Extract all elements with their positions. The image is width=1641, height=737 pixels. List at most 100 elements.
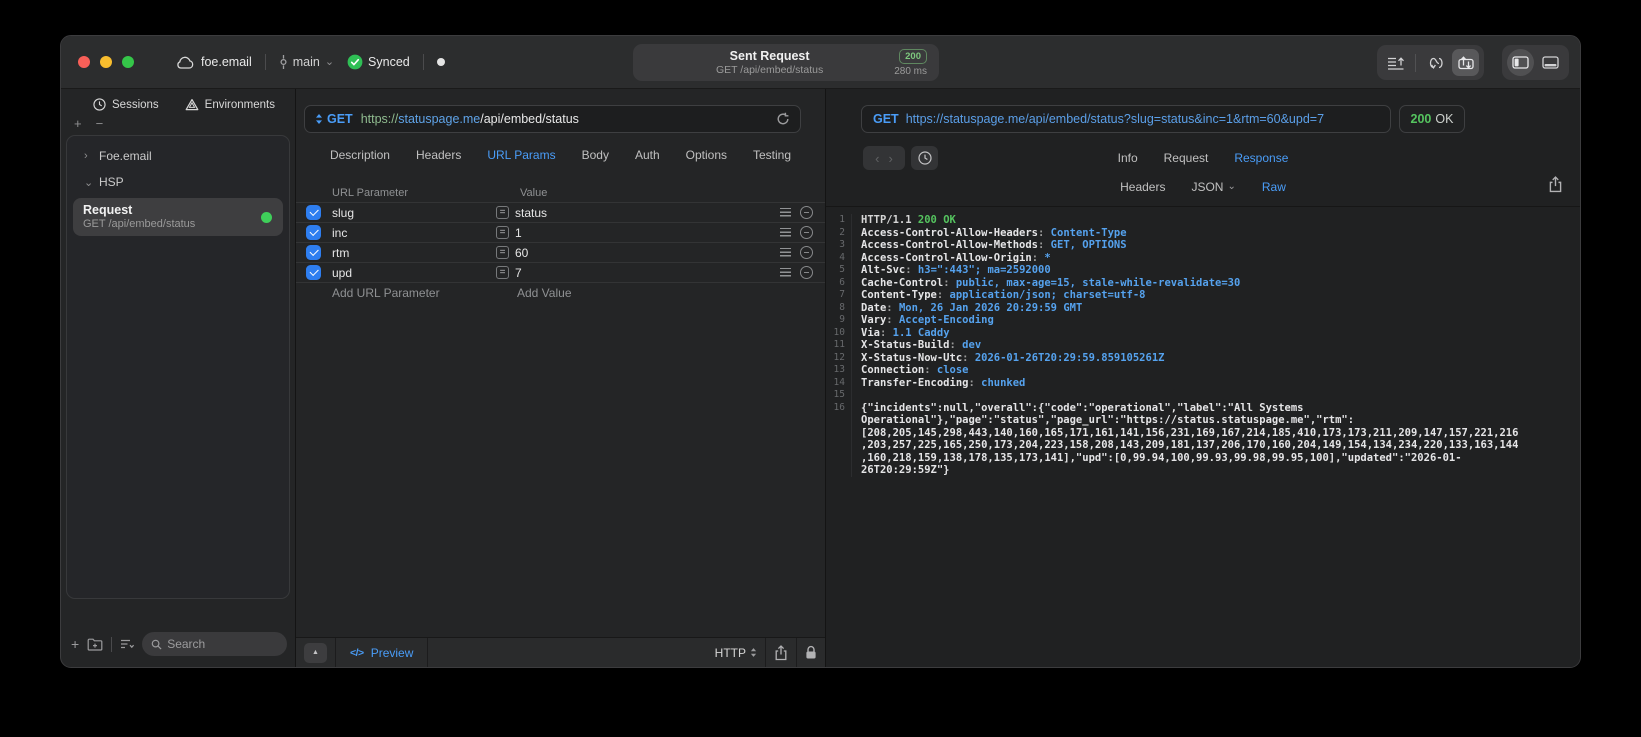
column-value: Value xyxy=(520,186,548,199)
tab-sessions[interactable]: Sessions xyxy=(93,98,159,111)
response-tab-response[interactable]: Response xyxy=(1234,151,1288,165)
param-checkbox[interactable] xyxy=(306,225,321,240)
drag-handle-icon[interactable] xyxy=(780,268,791,277)
remove-param-icon[interactable] xyxy=(800,266,813,279)
tab-body[interactable]: Body xyxy=(582,148,609,162)
param-row-actions xyxy=(769,246,825,259)
add-request-button[interactable]: + xyxy=(71,637,79,651)
branch-switcher[interactable]: main ⌄ xyxy=(279,55,334,69)
request-item-title: Request xyxy=(83,203,133,217)
method-dropdown-icon[interactable] xyxy=(315,113,323,125)
response-url: https://statuspage.me/api/embed/status?s… xyxy=(905,112,1325,126)
drag-handle-icon[interactable] xyxy=(780,248,791,257)
line-text: Vary: Accept-Encoding xyxy=(851,314,1580,327)
tab-environments[interactable]: Environments xyxy=(185,98,275,111)
code-token: GET, OPTIONS xyxy=(1050,239,1127,251)
code-token: {"incidents":null,"overall":{"code":"ope… xyxy=(861,401,1519,477)
line-number: 7 xyxy=(839,289,845,300)
sync-status[interactable]: Synced xyxy=(347,54,410,70)
tab-headers[interactable]: Headers xyxy=(416,148,461,162)
response-tab-info[interactable]: Info xyxy=(1118,151,1138,165)
send-receive-button[interactable] xyxy=(1452,49,1479,76)
history-button[interactable] xyxy=(911,146,938,170)
line-text: X-Status-Now-Utc: 2026-01-26T20:29:59.85… xyxy=(851,351,1580,364)
response-code[interactable]: 1 HTTP/1.1 200 OK 2 Access-Control-Allow-He… xyxy=(826,207,1580,667)
param-name[interactable]: slug xyxy=(332,206,496,220)
toggle-bottom-panel-button[interactable] xyxy=(1537,49,1564,76)
url-path: /api/embed/status xyxy=(480,112,579,126)
drag-handle-icon[interactable] xyxy=(780,228,791,237)
column-url-parameter: URL Parameter xyxy=(332,186,409,199)
tree-item-foe-email[interactable]: › Foe.email xyxy=(67,143,289,169)
remove-param-icon[interactable] xyxy=(800,246,813,259)
param-value[interactable]: = 60 xyxy=(496,246,769,260)
param-value[interactable]: = status xyxy=(496,206,769,220)
request-item-selected[interactable]: Request GET /api/embed/status xyxy=(73,198,283,236)
close-button[interactable] xyxy=(78,56,90,68)
response-subtab-headers[interactable]: Headers xyxy=(1120,180,1165,194)
tab-auth[interactable]: Auth xyxy=(635,148,660,162)
sync-check-icon xyxy=(347,54,363,70)
add-value-button[interactable]: Add Value xyxy=(496,286,769,300)
response-subtab-raw[interactable]: Raw xyxy=(1262,180,1286,194)
response-url-bar[interactable]: GET https://statuspage.me/api/embed/stat… xyxy=(861,105,1391,133)
param-checkbox[interactable] xyxy=(306,265,321,280)
project-switcher[interactable]: foe.email main ⌄ Synced xyxy=(176,54,445,70)
param-value[interactable]: = 1 xyxy=(496,226,769,240)
tree-item-hsp[interactable]: ⌄ HSP xyxy=(67,169,289,195)
tab-label: Body xyxy=(581,148,609,162)
remove-button[interactable]: − xyxy=(96,117,104,131)
param-value[interactable]: = 7 xyxy=(496,266,769,280)
forward-button[interactable]: › xyxy=(889,151,893,166)
new-folder-button[interactable] xyxy=(87,638,103,651)
add-url-parameter-button[interactable]: Add URL Parameter xyxy=(332,286,496,300)
divider xyxy=(422,54,424,70)
share-button[interactable] xyxy=(774,644,788,661)
sort-filter-button[interactable] xyxy=(120,639,135,649)
remove-param-icon[interactable] xyxy=(800,226,813,239)
method-label[interactable]: GET xyxy=(327,112,353,126)
response-subtab-json[interactable]: JSON ⌄ xyxy=(1191,180,1235,194)
minimize-button[interactable] xyxy=(100,56,112,68)
params-table-header: URL Parameter Value xyxy=(296,183,825,203)
preview-button[interactable]: </> Preview xyxy=(344,646,419,660)
line-number: 2 xyxy=(839,226,845,238)
sent-request-pill[interactable]: Sent Request GET /api/embed/status 200 2… xyxy=(633,44,939,81)
collapse-panel-button[interactable]: ▲ xyxy=(304,642,327,663)
tab-testing[interactable]: Testing xyxy=(753,148,791,162)
response-tab-request[interactable]: Request xyxy=(1164,151,1209,165)
add-button[interactable]: + xyxy=(74,117,82,131)
remove-param-icon[interactable] xyxy=(800,206,813,219)
chevron-down-icon: ⌄ xyxy=(324,55,335,68)
back-button[interactable]: ‹ xyxy=(875,151,879,166)
toggle-sidebar-button[interactable] xyxy=(1507,49,1534,76)
sync-loop-button[interactable] xyxy=(1422,49,1449,76)
param-checkbox[interactable] xyxy=(306,245,321,260)
tab-description[interactable]: Description xyxy=(330,148,390,162)
protocol-select[interactable]: HTTP xyxy=(715,646,757,660)
param-value-text: 7 xyxy=(515,265,522,280)
sent-request-title: Sent Request xyxy=(729,48,810,63)
drag-handle-icon[interactable] xyxy=(780,208,791,217)
url-scheme: https:// xyxy=(360,112,399,126)
line-number: 6 xyxy=(839,276,845,288)
tab-url-params[interactable]: URL Params xyxy=(487,148,555,162)
code-line: 6 Cache-Control: public, max-age=15, stal… xyxy=(826,276,1580,289)
zoom-button[interactable] xyxy=(122,56,134,68)
param-name[interactable]: upd xyxy=(332,266,496,280)
search-field[interactable] xyxy=(142,632,287,656)
reload-button[interactable] xyxy=(776,112,790,126)
preview-label: Preview xyxy=(370,645,414,660)
export-response-button[interactable] xyxy=(1548,176,1563,193)
params-table: URL Parameter Value slug = status inc = 1 rtm =… xyxy=(296,183,825,303)
request-url-bar[interactable]: GET https://statuspage.me/api/embed/stat… xyxy=(304,105,801,133)
import-button[interactable] xyxy=(1382,49,1409,76)
chevron-down-icon: ⌄ xyxy=(1227,180,1236,192)
code-token: Cache-Control xyxy=(861,276,944,289)
param-checkbox[interactable] xyxy=(306,205,321,220)
param-name[interactable]: inc xyxy=(332,226,496,240)
tab-options[interactable]: Options xyxy=(686,148,727,162)
search-input[interactable] xyxy=(167,637,278,651)
param-name[interactable]: rtm xyxy=(332,246,496,260)
titlebar: foe.email main ⌄ Synced Sent Request GET… xyxy=(61,36,1580,89)
